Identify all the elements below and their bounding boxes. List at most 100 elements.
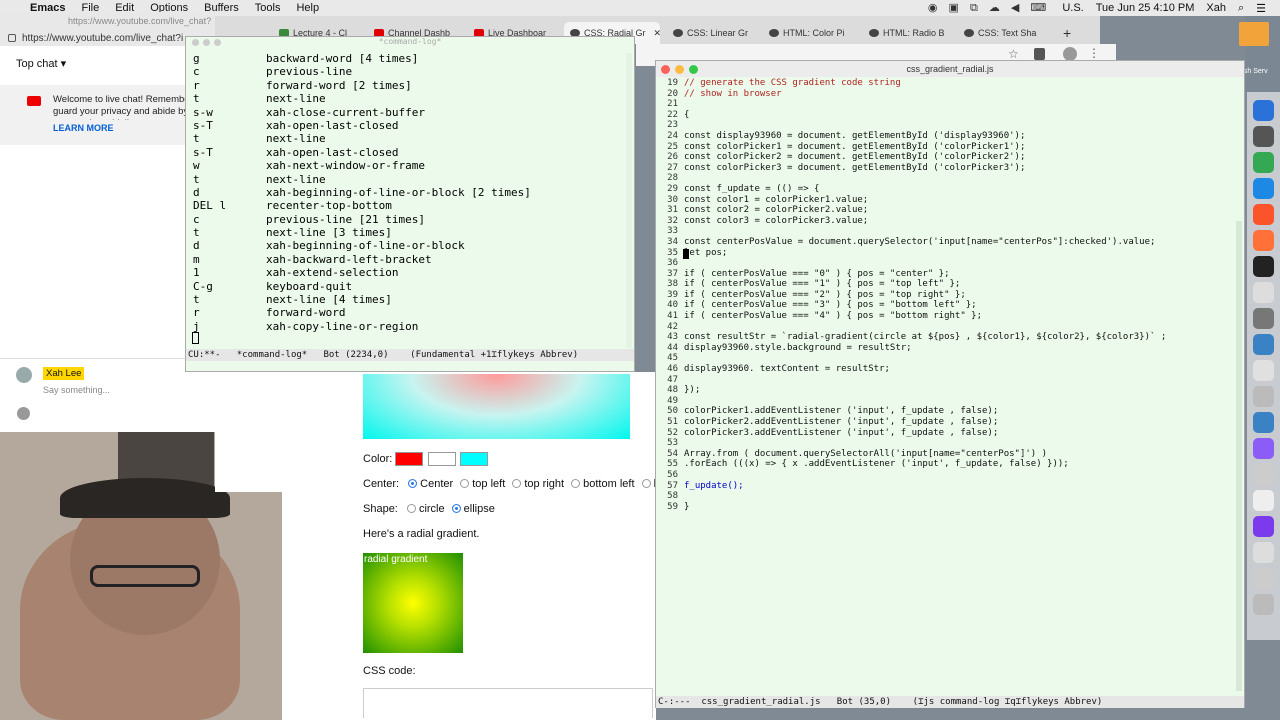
line-number: 21 <box>667 99 678 110</box>
key-sequence: 1 <box>193 266 200 280</box>
command-log-row: s-T xah-open-last-closed <box>193 146 633 159</box>
tab-html-radio[interactable]: HTML: Radio B <box>863 22 953 44</box>
dock-app-icon[interactable] <box>1253 178 1274 199</box>
chat-input[interactable]: Say something... <box>43 385 110 395</box>
tab-css-text-shadow[interactable]: CSS: Text Sha <box>958 22 1053 44</box>
radio-icon[interactable] <box>460 479 470 488</box>
live-chat-window <box>0 12 215 432</box>
dock-app-icon[interactable] <box>1253 282 1274 303</box>
dock-app-icon[interactable] <box>1253 100 1274 121</box>
dock-app-icon[interactable] <box>1253 126 1274 147</box>
dock-app-icon[interactable] <box>1253 308 1274 329</box>
color-picker-1[interactable] <box>395 452 423 466</box>
profile-avatar[interactable] <box>1063 47 1077 61</box>
code-text: // generate the CSS gradient code string <box>684 78 901 88</box>
line-number: 32 <box>667 215 678 226</box>
code-line: 34 const centerPosValue = document.queryS… <box>656 237 1236 248</box>
key-sequence: s-T <box>193 118 213 132</box>
radio-icon[interactable] <box>571 479 581 488</box>
line-number: 38 <box>667 279 678 290</box>
emoji-icon[interactable] <box>17 407 30 420</box>
dock-app-icon[interactable] <box>1253 152 1274 173</box>
dock-app-icon[interactable] <box>1253 256 1274 277</box>
code-line: 36 <box>656 258 1236 269</box>
radio-ellipse[interactable]: ellipse <box>451 503 495 515</box>
dock-app-icon[interactable] <box>1253 386 1274 407</box>
dock-app-icon[interactable] <box>1253 334 1274 355</box>
dock-app-icon[interactable] <box>1253 490 1274 511</box>
radio-circle[interactable]: circle <box>406 503 445 515</box>
tab-css-linear[interactable]: CSS: Linear Gr <box>667 22 757 44</box>
user-name[interactable]: Xah <box>1206 2 1226 14</box>
dock-app-icon[interactable] <box>1253 360 1274 381</box>
scrollbar[interactable] <box>1236 221 1242 691</box>
new-tab-button[interactable]: + <box>1057 22 1077 44</box>
command-name: next-line <box>266 172 326 186</box>
search-icon[interactable]: ⌕ <box>1238 2 1244 15</box>
scrollbar[interactable] <box>626 53 632 348</box>
radio-bottom-left[interactable]: bottom left <box>571 478 635 490</box>
dock-app-icon[interactable] <box>1253 464 1274 485</box>
command-log-window[interactable]: *command-log* g backward-word [4 times] c p… <box>185 36 635 372</box>
command-name: previous-line <box>266 65 353 79</box>
intro-text: Here's a radial gradient. <box>363 528 480 540</box>
code-buffer[interactable]: 19 // generate the CSS gradient code stri… <box>656 78 1236 512</box>
bookmark-star-icon[interactable]: ☆ <box>1008 47 1019 61</box>
radio-checked-icon[interactable] <box>451 504 461 513</box>
top-chat-dropdown[interactable]: Top chat ▾ <box>16 57 66 70</box>
radio-center[interactable]: Center <box>408 478 453 490</box>
code-text: const color1 = colorPicker1.value; <box>684 194 869 205</box>
dock-app-icon[interactable] <box>1253 438 1274 459</box>
code-editor-window[interactable]: css_gradient_radial.js 19 // generate the… <box>655 60 1245 708</box>
line-number: 19 <box>667 78 678 88</box>
color-picker-3[interactable] <box>460 452 488 466</box>
tab-html-color[interactable]: HTML: Color Pi <box>763 22 858 44</box>
command-name: xah-beginning-of-line-or-block <box>266 239 465 253</box>
shield-icon[interactable] <box>1034 48 1045 60</box>
webcam-glasses <box>90 565 200 587</box>
css-code-output[interactable] <box>363 688 653 718</box>
folder-icon[interactable] <box>1239 22 1269 46</box>
radio-checked-icon[interactable] <box>408 479 418 488</box>
learn-more-link[interactable]: LEARN MORE <box>53 123 114 133</box>
youtube-icon <box>27 96 41 106</box>
dock-app-icon[interactable] <box>1253 230 1274 251</box>
tab-label: CSS: Linear Gr <box>687 28 749 38</box>
radio-top-right[interactable]: top right <box>512 478 564 490</box>
window-title-url: https://www.youtube.com/live_chat? <box>68 16 212 26</box>
line-number: 56 <box>667 469 678 480</box>
close-button[interactable] <box>661 65 670 74</box>
menu-tools[interactable]: Tools <box>255 2 281 14</box>
line-number: 23 <box>667 120 678 131</box>
zoom-button[interactable] <box>689 65 698 74</box>
minimize-button[interactable] <box>675 65 684 74</box>
url-field[interactable]: https://www.youtube.com/live_chat?i <box>22 33 183 44</box>
radio-top-left[interactable]: top left <box>460 478 505 490</box>
radio-icon[interactable] <box>512 479 522 488</box>
code-line: 55 .forEach (((x) => { x .addEventListene… <box>656 459 1236 470</box>
dock-app-icon[interactable] <box>1253 594 1274 615</box>
radio-icon[interactable] <box>641 479 651 488</box>
code-text: display93960. textContent = resultStr; <box>684 364 890 375</box>
dock-app-icon[interactable] <box>1253 516 1274 537</box>
clock[interactable]: Tue Jun 25 4:10 PM <box>1096 2 1195 14</box>
close-icon[interactable]: ✕ <box>654 28 660 39</box>
line-number: 52 <box>667 427 678 438</box>
input-locale[interactable]: U.S. <box>1062 2 1083 14</box>
color-picker-2[interactable] <box>428 452 456 466</box>
dock-app-icon[interactable] <box>1253 542 1274 563</box>
center-row: Center: Center top left top right bottom… <box>363 478 678 490</box>
dock-app-icon[interactable] <box>1253 412 1274 433</box>
line-number: 47 <box>667 374 678 385</box>
line-number: 44 <box>667 342 678 353</box>
line-number: 27 <box>667 162 678 173</box>
radio-icon[interactable] <box>406 504 416 513</box>
menu-help[interactable]: Help <box>296 2 319 14</box>
status-icons[interactable]: ◉ ▣ ⧉ ☁ ◀ ⌨ <box>928 1 1050 15</box>
center-label: Center: <box>363 478 400 490</box>
code-line: 35 let pos; <box>656 248 1236 259</box>
dock-app-icon[interactable] <box>1253 568 1274 589</box>
more-menu-icon[interactable]: ⋮ <box>1088 46 1100 60</box>
dock-app-icon[interactable] <box>1253 204 1274 225</box>
menu-list-icon[interactable]: ☰ <box>1256 2 1266 15</box>
